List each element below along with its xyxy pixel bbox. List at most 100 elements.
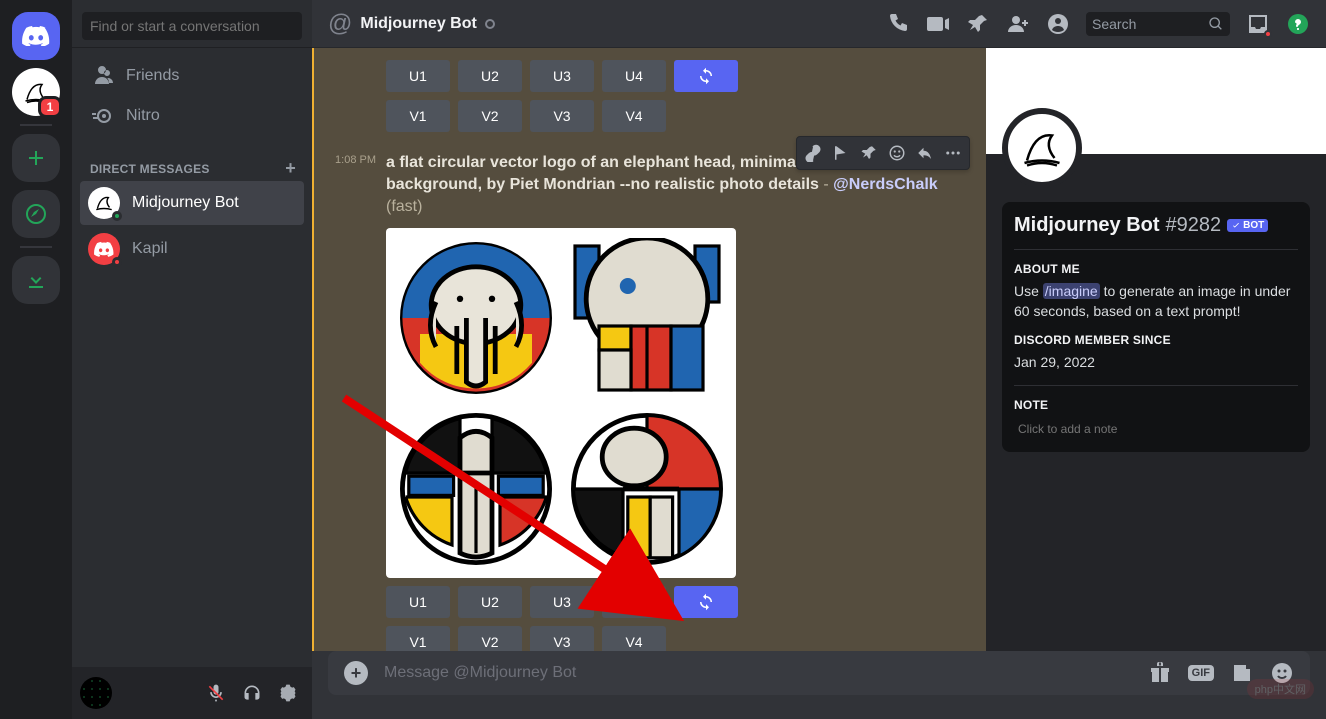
- discord-home-button[interactable]: [12, 12, 60, 60]
- flag-icon: [832, 144, 850, 162]
- discord-logo-icon: [22, 26, 50, 46]
- help-button[interactable]: [1286, 12, 1310, 36]
- profile-avatar[interactable]: [1002, 108, 1082, 188]
- main-chat: @ Midjourney Bot Search U1 U2 U3 U4: [312, 0, 1326, 719]
- add-friends-button[interactable]: [1006, 12, 1030, 36]
- refresh-icon: [697, 67, 715, 85]
- v1-button[interactable]: V1: [386, 626, 450, 651]
- gift-button[interactable]: [1148, 661, 1172, 685]
- midjourney-sail-icon: [1017, 123, 1067, 173]
- u4-button[interactable]: U4: [602, 60, 666, 92]
- about-text: Use /imagine to generate an image in und…: [1014, 282, 1298, 321]
- user-mention[interactable]: @NerdsChalk: [833, 176, 938, 193]
- upscale-row: U1 U2 U3 U4: [314, 60, 986, 92]
- start-video-call-button[interactable]: [926, 12, 950, 36]
- gif-button[interactable]: GIF: [1188, 665, 1214, 681]
- explore-servers-button[interactable]: [12, 190, 60, 238]
- pin-icon: [860, 144, 878, 162]
- attach-button[interactable]: +: [344, 661, 368, 685]
- search-placeholder: Search: [1092, 16, 1204, 32]
- nitro-icon: [90, 104, 114, 128]
- nav-nitro[interactable]: Nitro: [80, 96, 304, 136]
- watermark: php中文网: [1247, 679, 1314, 699]
- status-offline-icon: [485, 19, 495, 29]
- u1-button[interactable]: U1: [386, 60, 450, 92]
- settings-button[interactable]: [272, 677, 304, 709]
- mark-unread-button[interactable]: [827, 139, 855, 167]
- download-icon: [24, 268, 48, 292]
- chat-input[interactable]: + Message @Midjourney Bot GIF: [328, 651, 1310, 695]
- add-user-icon: [1006, 12, 1030, 36]
- create-dm-button[interactable]: +: [285, 162, 296, 176]
- user-profile-button[interactable]: [1046, 12, 1070, 36]
- discord-logo-icon: [94, 239, 114, 259]
- deafen-button[interactable]: [236, 677, 268, 709]
- message: 1:08 PM a flat circular vector logo of a…: [314, 150, 986, 220]
- profile-panel: Midjourney Bot#9282 BOT ABOUT ME Use /im…: [986, 48, 1326, 651]
- about-title: ABOUT ME: [1014, 262, 1298, 276]
- reroll-button[interactable]: [674, 60, 738, 92]
- note-title: NOTE: [1014, 398, 1298, 412]
- dm-item-kapil[interactable]: Kapil: [80, 227, 304, 271]
- chat-input-area: + Message @Midjourney Bot GIF: [312, 651, 1326, 719]
- midjourney-sail-icon: [93, 192, 115, 214]
- message-list[interactable]: U1 U2 U3 U4 V1 V2 V3 V4: [312, 48, 986, 651]
- add-reaction-button[interactable]: [883, 139, 911, 167]
- compass-icon: [24, 202, 48, 226]
- copy-link-button[interactable]: [799, 139, 827, 167]
- nav-friends[interactable]: Friends: [80, 56, 304, 96]
- v2-button[interactable]: V2: [458, 626, 522, 651]
- upscale-row: U1 U2 U3 U4: [314, 586, 986, 618]
- u2-button[interactable]: U2: [458, 586, 522, 618]
- pinned-messages-button[interactable]: [966, 12, 990, 36]
- note-input[interactable]: [1014, 418, 1298, 440]
- reroll-button[interactable]: [674, 586, 738, 618]
- header-search[interactable]: Search: [1086, 12, 1230, 36]
- imagine-command: /imagine: [1043, 283, 1100, 299]
- server-divider: [20, 124, 52, 126]
- inbox-button[interactable]: [1246, 12, 1270, 36]
- reply-button[interactable]: [911, 139, 939, 167]
- server-midjourney[interactable]: 1: [12, 68, 60, 116]
- u4-button[interactable]: U4: [602, 586, 666, 618]
- video-icon: [926, 12, 950, 36]
- dm-search-bar: [72, 0, 312, 48]
- image-cell-3: [392, 405, 559, 572]
- chat-placeholder: Message @Midjourney Bot: [384, 664, 1132, 682]
- v3-button[interactable]: V3: [530, 626, 594, 651]
- at-icon: @: [328, 10, 352, 38]
- user-avatar: [80, 677, 112, 709]
- member-since-title: DISCORD MEMBER SINCE: [1014, 333, 1298, 347]
- image-cell-2: [563, 234, 730, 401]
- dm-header-label: DIRECT MESSAGES: [90, 162, 210, 176]
- dm-item-midjourney[interactable]: Midjourney Bot: [80, 181, 304, 225]
- add-server-button[interactable]: [12, 134, 60, 182]
- v4-button[interactable]: V4: [602, 626, 666, 651]
- start-voice-call-button[interactable]: [886, 12, 910, 36]
- v3-button[interactable]: V3: [530, 100, 594, 132]
- elephant-logo-3: [396, 409, 556, 569]
- user-info[interactable]: [80, 677, 192, 709]
- server-divider: [20, 246, 52, 248]
- v2-button[interactable]: V2: [458, 100, 522, 132]
- link-icon: [804, 144, 822, 162]
- generated-image-grid[interactable]: [386, 228, 736, 578]
- v1-button[interactable]: V1: [386, 100, 450, 132]
- refresh-icon: [697, 593, 715, 611]
- u1-button[interactable]: U1: [386, 586, 450, 618]
- more-button[interactable]: [939, 139, 967, 167]
- v4-button[interactable]: V4: [602, 100, 666, 132]
- u3-button[interactable]: U3: [530, 60, 594, 92]
- variation-row: V1 V2 V3 V4: [314, 626, 986, 651]
- download-apps-button[interactable]: [12, 256, 60, 304]
- dm-search-input[interactable]: [82, 12, 302, 40]
- separator: -: [819, 176, 833, 193]
- u2-button[interactable]: U2: [458, 60, 522, 92]
- elephant-logo-1: [396, 238, 556, 398]
- mute-button[interactable]: [200, 677, 232, 709]
- elephant-logo-4: [567, 409, 727, 569]
- u3-button[interactable]: U3: [530, 586, 594, 618]
- pin-message-button[interactable]: [855, 139, 883, 167]
- profile-username: Midjourney Bot: [1014, 214, 1160, 237]
- user-panel: [72, 667, 312, 719]
